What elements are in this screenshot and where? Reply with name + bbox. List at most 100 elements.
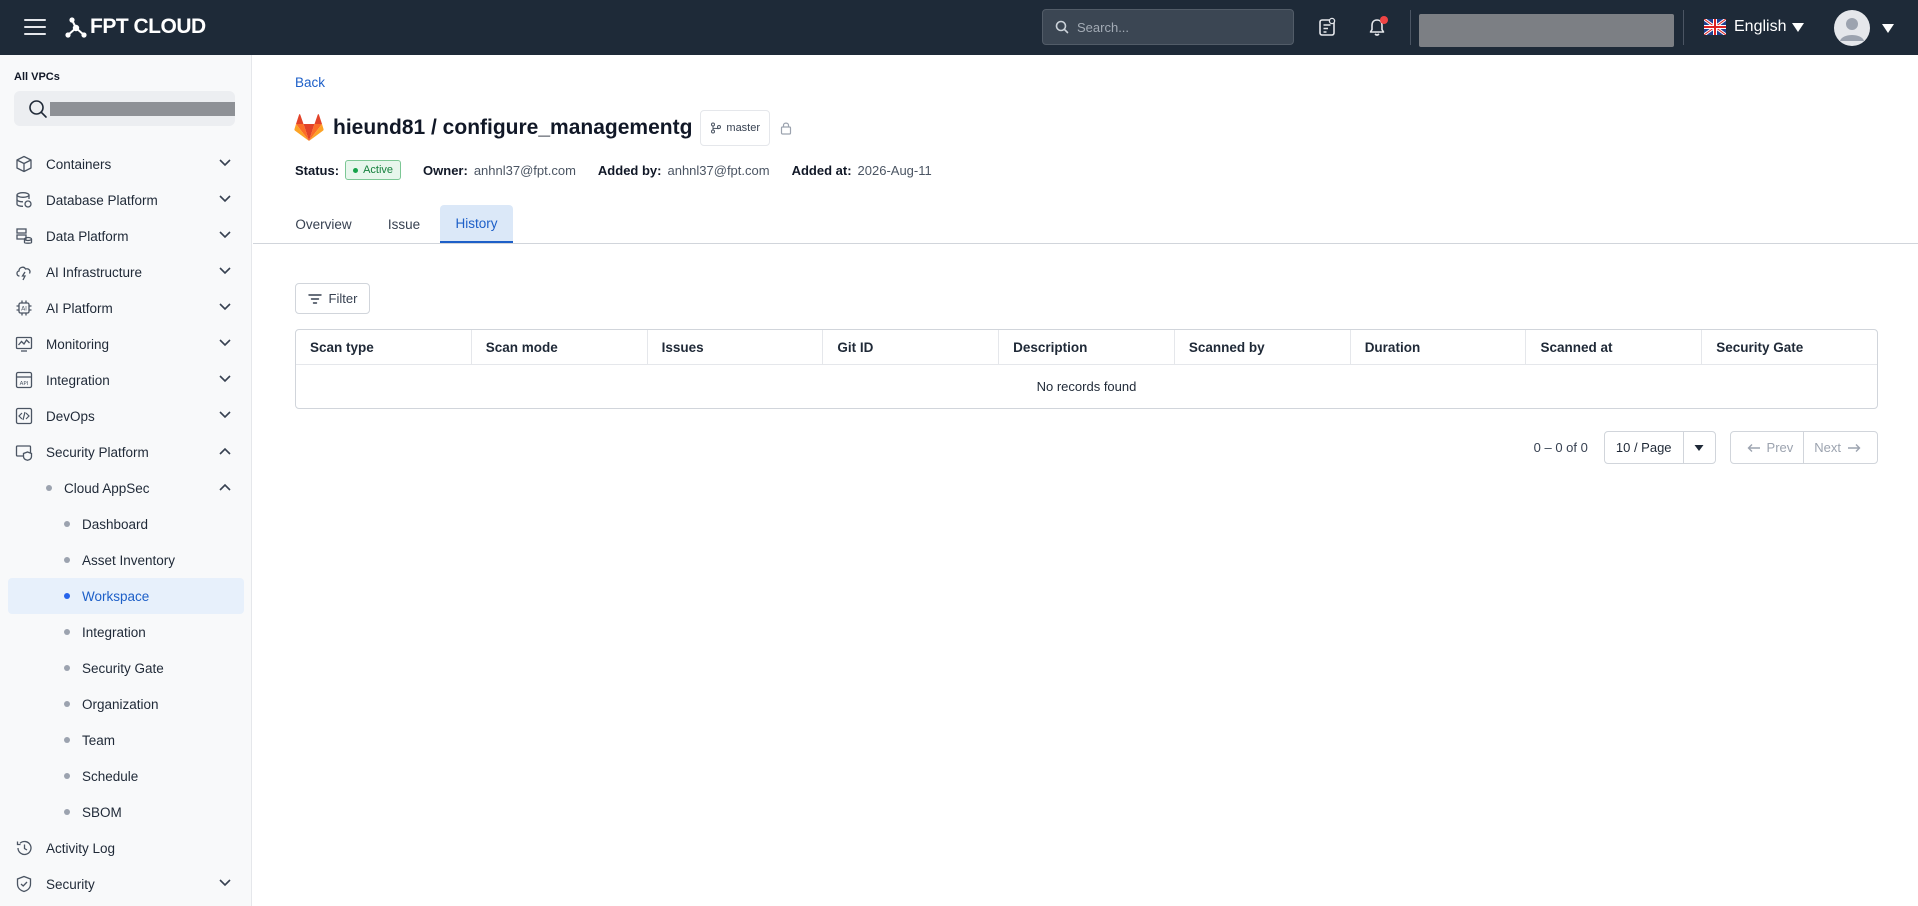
fpt-cloud-logo[interactable]: FPT CLOUD — [64, 14, 206, 40]
column-header[interactable]: Scanned by — [1175, 330, 1351, 364]
filter-label: Filter — [328, 291, 358, 306]
svg-text:AI: AI — [21, 306, 27, 313]
main-content: Back hieund81 / configure_managementg ma… — [253, 55, 1918, 906]
sidebar-item-security[interactable]: Security — [0, 866, 251, 902]
notification-bell-icon[interactable] — [1364, 14, 1390, 40]
chevron-down-icon — [219, 339, 231, 347]
search-icon — [1055, 20, 1069, 34]
sidebar-item-label: Database Platform — [46, 192, 158, 208]
sidebar-item-sbom[interactable]: SBOM — [0, 794, 251, 830]
sidebar-item-devops[interactable]: DevOps — [0, 398, 251, 434]
prev-label: Prev — [1766, 440, 1794, 455]
status-dot-icon — [353, 167, 359, 173]
sidebar-item-label: Schedule — [82, 768, 139, 784]
tab-issue[interactable]: Issue — [373, 205, 435, 243]
prev-page-button[interactable]: Prev — [1731, 432, 1805, 463]
sidebar-item-team[interactable]: Team — [0, 722, 251, 758]
sidebar-item-label: Security — [46, 876, 95, 892]
pagination: 0 – 0 of 0 10 / Page Prev Next — [1534, 431, 1878, 464]
sidebar-item-organization[interactable]: Organization — [0, 686, 251, 722]
tasks-icon[interactable] — [1314, 14, 1340, 40]
sidebar-item-security-platform[interactable]: Security Platform — [0, 434, 251, 470]
sidebar-item-database-platform[interactable]: Database Platform — [0, 182, 251, 218]
pagination-range: 0 – 0 of 0 — [1533, 440, 1588, 455]
redacted-value — [50, 101, 235, 116]
gitlab-icon — [294, 114, 324, 141]
tab-bar: Overview Issue History — [253, 205, 1918, 244]
sidebar-item-dashboard[interactable]: Dashboard — [0, 506, 251, 542]
column-header[interactable]: Scan mode — [472, 330, 648, 364]
added-at-label: Added at: — [791, 162, 852, 178]
column-header[interactable]: Git ID — [823, 330, 1000, 364]
column-header[interactable]: Scan type — [296, 330, 472, 364]
user-menu[interactable] — [1834, 10, 1894, 46]
sidebar-item-ai-platform[interactable]: AI AI Platform — [0, 290, 251, 326]
bullet-dot-icon — [64, 665, 70, 671]
chevron-up-icon — [219, 447, 231, 455]
sidebar-item-label: Dashboard — [82, 516, 149, 532]
back-link[interactable]: Back — [295, 75, 325, 90]
api-icon: API — [14, 370, 34, 390]
sidebar-item-containers[interactable]: Containers — [0, 146, 251, 182]
tab-history[interactable]: History — [440, 205, 513, 243]
page-title: hieund81 / configure_managementg — [333, 116, 693, 139]
vpc-search-input[interactable] — [14, 91, 235, 126]
sidebar-item-label: SBOM — [82, 804, 122, 820]
sidebar-item-workspace[interactable]: Workspace — [8, 578, 244, 614]
sidebar-item-schedule[interactable]: Schedule — [0, 758, 251, 794]
column-header[interactable]: Scanned at — [1526, 330, 1703, 364]
branch-tag: master — [700, 110, 771, 146]
chevron-down-icon — [219, 159, 231, 167]
uk-flag-icon — [1704, 19, 1726, 35]
global-search[interactable] — [1042, 9, 1294, 45]
global-search-input[interactable] — [1077, 19, 1277, 35]
column-header[interactable]: Security Gate — [1702, 330, 1877, 364]
devops-icon — [14, 406, 34, 426]
sidebar-item-activity-log[interactable]: Activity Log — [0, 830, 251, 866]
chevron-down-icon — [219, 231, 231, 239]
caret-down-icon — [1882, 23, 1894, 33]
ai-chip-icon: AI — [14, 298, 34, 318]
hamburger-menu-icon[interactable] — [24, 16, 46, 38]
filter-button[interactable]: Filter — [295, 283, 370, 314]
lock-icon — [780, 121, 792, 135]
data-platform-icon — [14, 226, 34, 246]
sidebar-item-label: Asset Inventory — [82, 552, 176, 568]
chevron-down-icon — [219, 411, 231, 419]
added-by-label: Added by: — [597, 162, 662, 178]
chevron-down-icon — [219, 267, 231, 275]
added-at-value: 2026-Aug-11 — [857, 162, 932, 178]
caret-down-icon — [1792, 22, 1805, 32]
next-page-button[interactable]: Next — [1804, 432, 1877, 463]
sidebar-item-ai-infrastructure[interactable]: AI Infrastructure — [0, 254, 251, 290]
sidebar-item-data-platform[interactable]: Data Platform — [0, 218, 251, 254]
sidebar-item-label: DevOps — [46, 408, 95, 424]
status-label: Status: — [295, 162, 340, 178]
cube-icon — [14, 154, 34, 174]
page-size-select[interactable]: 10 / Page — [1603, 431, 1716, 464]
tab-overview[interactable]: Overview — [285, 205, 362, 243]
scan-history-table: Scan type Scan mode Issues Git ID Descri… — [295, 329, 1878, 409]
status-badge: Active — [345, 160, 402, 180]
sidebar-item-label: Security Gate — [82, 660, 164, 676]
column-header[interactable]: Issues — [648, 330, 824, 364]
avatar — [1834, 10, 1870, 46]
bullet-dot-icon — [64, 629, 70, 635]
sidebar-item-cloud-appsec[interactable]: Cloud AppSec — [0, 470, 251, 506]
sidebar-item-integration[interactable]: API Integration — [0, 362, 251, 398]
chevron-down-icon — [219, 879, 231, 887]
project-selector[interactable] — [1419, 14, 1674, 47]
column-header[interactable]: Duration — [1351, 330, 1527, 364]
sidebar-item-security-gate[interactable]: Security Gate — [0, 650, 251, 686]
arrow-right-icon — [1848, 443, 1861, 452]
sidebar-item-integration-sub[interactable]: Integration — [0, 614, 251, 650]
next-label: Next — [1814, 440, 1841, 455]
sidebar-item-asset-inventory[interactable]: Asset Inventory — [0, 542, 251, 578]
column-header[interactable]: Description — [999, 330, 1175, 364]
sidebar-item-label: Team — [82, 732, 116, 748]
arrow-left-icon — [1747, 443, 1760, 452]
sidebar-item-monitoring[interactable]: Monitoring — [0, 326, 251, 362]
language-label: English — [1734, 18, 1787, 35]
owner-label: Owner: — [423, 162, 468, 178]
language-selector[interactable]: English — [1704, 16, 1805, 38]
